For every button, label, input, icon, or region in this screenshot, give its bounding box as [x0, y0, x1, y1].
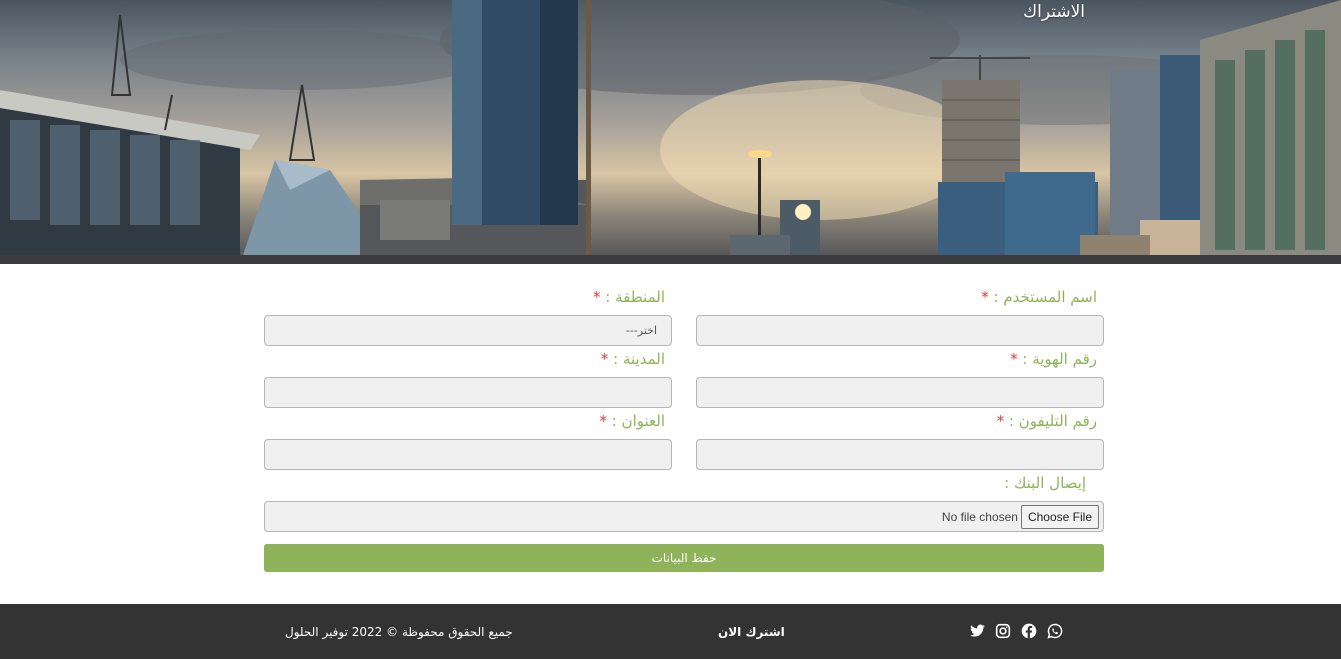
phone-label: رقم التليفون : * [997, 412, 1097, 430]
city-label-text: المدينة : [613, 350, 665, 368]
save-data-button[interactable]: حفظ البيانات [264, 544, 1104, 572]
bank-receipt-label-text: إيصال البنك : [1004, 474, 1086, 492]
copyright-text: جميع الحقوق محفوظة © 2022 توفير الحلول [285, 625, 513, 639]
address-input[interactable] [264, 439, 672, 470]
bank-receipt-file-input[interactable]: Choose File No file chosen [264, 501, 1104, 532]
username-input[interactable] [696, 315, 1104, 346]
region-label: المنطقة : * [593, 288, 665, 306]
required-mark: * [996, 412, 1005, 430]
bank-receipt-label: إيصال البنك : [1004, 474, 1086, 492]
city-input[interactable] [264, 377, 672, 408]
city-label: المدينة : * [601, 350, 665, 368]
required-mark: * [981, 288, 989, 306]
required-mark: * [593, 288, 601, 306]
required-mark: * [599, 412, 607, 430]
phone-label-text: رقم التليفون : [1008, 412, 1097, 430]
address-label-text: العنوان : [611, 412, 665, 430]
username-label: اسم المستخدم : * [981, 288, 1097, 306]
id-number-label: رقم الهوية : * [1010, 350, 1097, 368]
subscribe-now-link[interactable]: اشترك الان [718, 625, 785, 639]
choose-file-button[interactable]: Choose File [1020, 504, 1099, 529]
subscription-form: اسم المستخدم : * المنطقة : * اختر--- رقم… [264, 284, 1104, 584]
city-skyline-image [0, 0, 1341, 264]
required-mark: * [1010, 350, 1018, 368]
required-mark: * [600, 350, 609, 368]
id-number-input[interactable] [696, 377, 1104, 408]
address-label: العنوان : * [599, 412, 665, 430]
page-title: الاشتراك [1023, 2, 1085, 22]
whatsapp-icon[interactable] [1047, 623, 1063, 639]
twitter-icon[interactable] [969, 623, 985, 639]
footer: جميع الحقوق محفوظة © 2022 توفير الحلول ا… [0, 604, 1341, 659]
hero-banner: الاشتراك [0, 0, 1341, 264]
phone-input[interactable] [696, 439, 1104, 470]
region-label-text: المنطقة : [605, 288, 665, 306]
social-links [969, 623, 1063, 639]
no-file-chosen-text: No file chosen [941, 509, 1018, 524]
facebook-icon[interactable] [1021, 623, 1037, 639]
region-select[interactable]: اختر--- [264, 315, 672, 346]
region-select-placeholder: اختر--- [625, 324, 657, 337]
instagram-icon[interactable] [995, 623, 1011, 639]
id-number-label-text: رقم الهوية : [1022, 350, 1097, 368]
username-label-text: اسم المستخدم : [993, 288, 1097, 306]
